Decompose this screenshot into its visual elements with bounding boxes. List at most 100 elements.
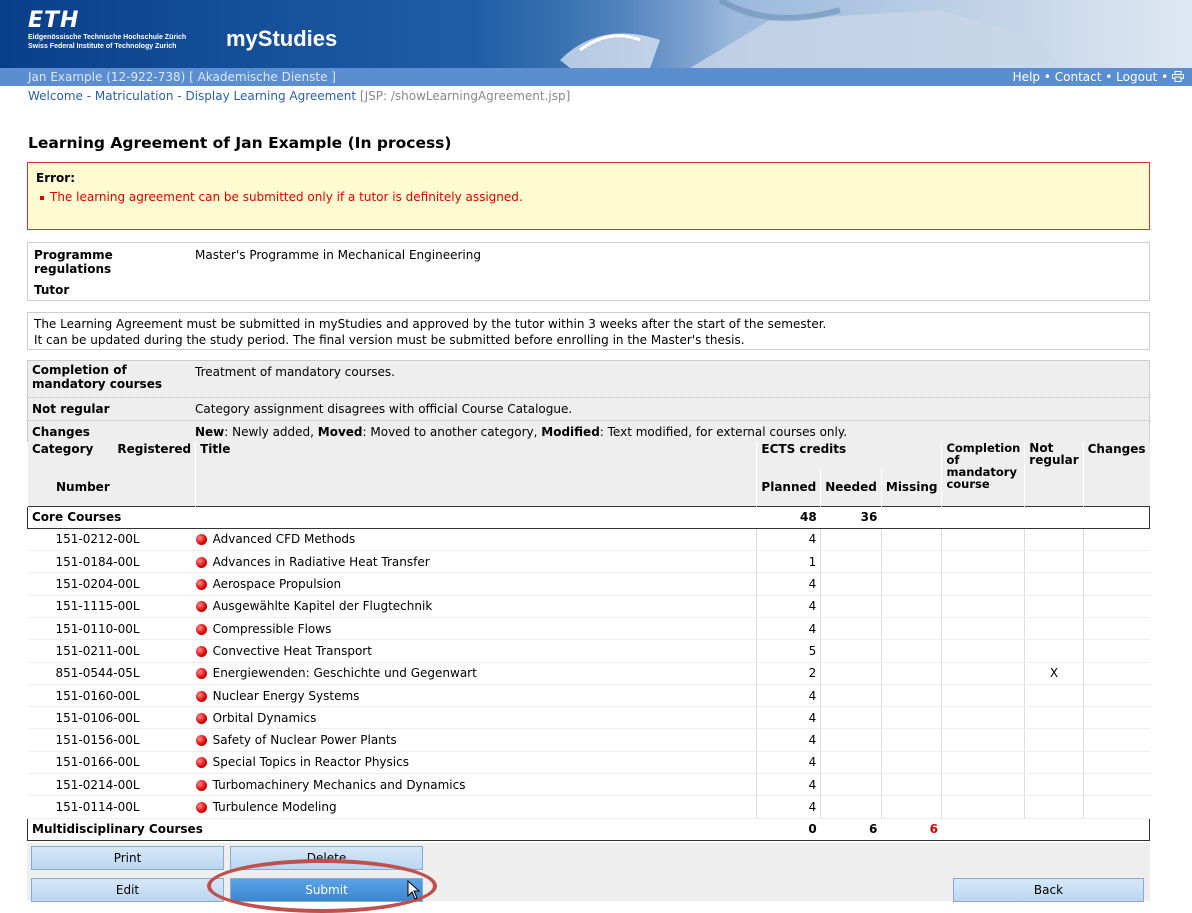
table-row[interactable]: 851-0544-05L Energiewenden: Geschichte un…	[27, 662, 1150, 685]
course-number: 151-0212-00L	[27, 528, 196, 552]
course-title[interactable]: Compressible Flows	[213, 622, 332, 636]
course-title[interactable]: Aerospace Propulsion	[213, 577, 342, 591]
table-row[interactable]: 151-0166-00L Special Topics in Reactor Ph…	[27, 751, 1150, 775]
col-needed: Needed	[820, 468, 882, 506]
course-title[interactable]: Turbomachinery Mechanics and Dynamics	[213, 778, 466, 792]
category-cell	[941, 505, 1025, 529]
course-title[interactable]: Nuclear Energy Systems	[213, 689, 360, 703]
course-not-regular	[1024, 706, 1084, 730]
course-needed	[820, 595, 882, 618]
course-completion	[941, 684, 1025, 708]
category-row-multidisciplinary: Multidisciplinary Courses 0 6 6	[26, 817, 1151, 841]
course-title-cell: Compressible Flows	[195, 617, 757, 641]
printer-icon[interactable]	[1172, 71, 1184, 82]
site-header: ETH Eidgenössische Technische Hochschule…	[0, 0, 1192, 68]
submission-note: The Learning Agreement must be submitted…	[27, 312, 1150, 350]
course-needed	[820, 572, 882, 596]
course-title-cell: Turbomachinery Mechanics and Dynamics	[195, 773, 757, 797]
course-missing	[880, 684, 942, 708]
error-box: Error: The learning agreement can be sub…	[27, 162, 1150, 230]
course-number: 851-0544-05L	[27, 662, 196, 685]
table-row[interactable]: 151-0214-00L Turbomachinery Mechanics and…	[27, 773, 1150, 797]
course-planned: 4	[756, 528, 821, 552]
course-title-cell: Advances in Radiative Heat Transfer	[195, 550, 757, 574]
breadcrumb-matriculation[interactable]: Matriculation	[95, 89, 174, 103]
legend-not-regular-value: Category assignment disagrees with offic…	[195, 402, 573, 416]
course-needed	[820, 751, 882, 775]
table-row[interactable]: 151-0110-00L Compressible Flows 4	[27, 617, 1150, 641]
table-row[interactable]: 151-0156-00L Safety of Nuclear Power Plan…	[27, 728, 1150, 752]
user-bar: Jan Example (12-922-738) [ Akademische D…	[0, 68, 1192, 86]
logout-link[interactable]: Logout	[1116, 70, 1157, 84]
user-info: Jan Example (12-922-738) [ Akademische D…	[28, 70, 336, 84]
course-title[interactable]: Safety of Nuclear Power Plants	[213, 733, 397, 747]
app-title[interactable]: myStudies	[226, 26, 337, 52]
eth-logo[interactable]: ETH	[28, 8, 79, 33]
course-number: 151-1115-00L	[27, 595, 196, 618]
category-name: Multidisciplinary Courses	[26, 817, 757, 841]
submit-button[interactable]: Submit	[230, 878, 423, 902]
course-not-regular	[1024, 751, 1084, 775]
course-missing	[880, 572, 942, 596]
course-number: 151-0160-00L	[27, 684, 196, 708]
breadcrumb-welcome[interactable]: Welcome	[28, 89, 83, 103]
course-changes	[1082, 639, 1150, 663]
course-title[interactable]: Convective Heat Transport	[213, 644, 372, 658]
red-status-icon	[195, 735, 207, 747]
table-row[interactable]: 151-0184-00L Advances in Radiative Heat T…	[27, 550, 1150, 574]
course-title[interactable]: Special Topics in Reactor Physics	[213, 755, 409, 769]
course-title-cell: Advanced CFD Methods	[195, 528, 757, 552]
course-needed	[820, 528, 882, 552]
course-not-regular	[1024, 572, 1084, 596]
table-row[interactable]: 151-1115-00L Ausgewählte Kapitel der Flug…	[27, 595, 1150, 618]
course-number: 151-0204-00L	[27, 572, 196, 596]
col-category: Category Registered	[26, 442, 196, 468]
table-row[interactable]: 151-0211-00L Convective Heat Transport 5	[27, 639, 1150, 663]
contact-link[interactable]: Contact	[1055, 70, 1102, 84]
col-changes: Changes	[1082, 442, 1150, 506]
top-links: Help • Contact • Logout •	[1013, 70, 1184, 84]
course-title[interactable]: Orbital Dynamics	[213, 711, 317, 725]
course-number: 151-0156-00L	[27, 728, 196, 752]
legend-not-regular: Not regular Category assignment disagree…	[28, 398, 1149, 421]
edit-button[interactable]: Edit	[31, 878, 224, 902]
course-completion	[941, 528, 1025, 552]
category-planned: 48	[756, 505, 821, 529]
course-completion	[941, 550, 1025, 574]
breadcrumb-display-learning-agreement[interactable]: Display Learning Agreement	[185, 89, 356, 103]
course-title-cell: Nuclear Energy Systems	[195, 684, 757, 708]
course-not-regular	[1024, 550, 1084, 574]
programme-info: Programme regulations Master's Programme…	[27, 242, 1150, 301]
help-link[interactable]: Help	[1013, 70, 1040, 84]
course-number: 151-0110-00L	[27, 617, 196, 641]
header-photo	[540, 0, 1192, 68]
course-not-regular	[1024, 684, 1084, 708]
red-status-icon	[195, 645, 207, 657]
table-row[interactable]: 151-0204-00L Aerospace Propulsion 4	[27, 572, 1150, 596]
category-name: Core Courses	[26, 505, 757, 529]
red-status-icon	[195, 712, 207, 724]
delete-button[interactable]: Delete	[230, 846, 423, 870]
jsp-path: [JSP: /showLearningAgreement.jsp]	[359, 89, 571, 103]
table-row[interactable]: 151-0114-00L Turbulence Modeling 4	[27, 795, 1150, 819]
course-number: 151-0114-00L	[27, 795, 196, 819]
category-cell	[1024, 505, 1084, 529]
course-title[interactable]: Energiewenden: Geschichte und Gegenwart	[213, 666, 477, 680]
course-planned: 2	[756, 662, 821, 685]
note-line-1: The Learning Agreement must be submitted…	[34, 317, 827, 331]
course-title[interactable]: Ausgewählte Kapitel der Flugtechnik	[213, 599, 433, 613]
table-row[interactable]: 151-0106-00L Orbital Dynamics 4	[27, 706, 1150, 730]
table-row[interactable]: 151-0160-00L Nuclear Energy Systems 4	[27, 684, 1150, 708]
legend-completion: Completion of mandatory courses Treatment…	[28, 361, 1149, 398]
course-title[interactable]: Turbulence Modeling	[213, 800, 337, 814]
table-row[interactable]: 151-0212-00L Advanced CFD Methods 4	[27, 528, 1150, 552]
red-status-icon	[195, 534, 207, 546]
print-button[interactable]: Print	[31, 846, 224, 870]
course-title[interactable]: Advanced CFD Methods	[213, 532, 356, 546]
eth-logo-subtitle-de: Eidgenössische Technische Hochschule Zür…	[28, 34, 187, 41]
back-button[interactable]: Back	[953, 878, 1144, 902]
course-title[interactable]: Advances in Radiative Heat Transfer	[213, 555, 430, 569]
course-not-regular	[1024, 617, 1084, 641]
legend-changes-value: New: Newly added, Moved: Moved to anothe…	[195, 425, 848, 439]
course-number: 151-0106-00L	[27, 706, 196, 730]
